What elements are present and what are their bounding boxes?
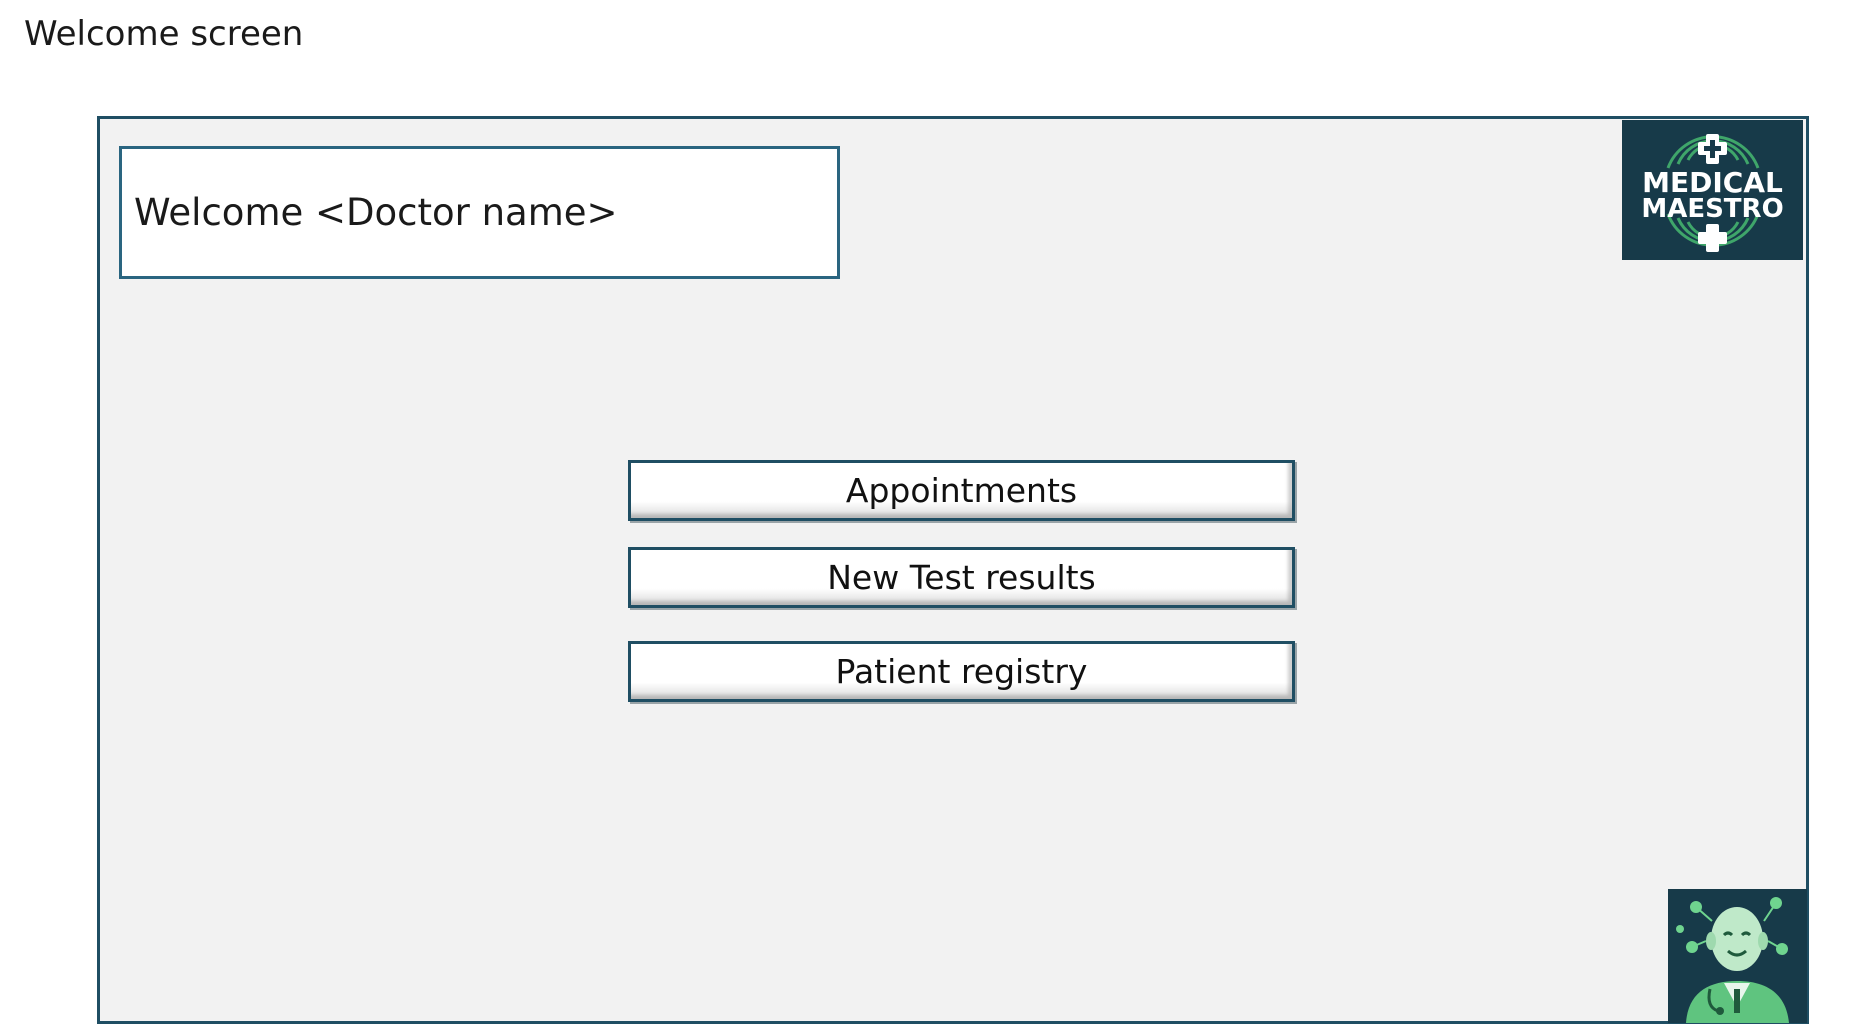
new-test-results-button[interactable]: New Test results <box>628 547 1295 608</box>
patient-registry-button[interactable]: Patient registry <box>628 641 1295 702</box>
appointments-button[interactable]: Appointments <box>628 460 1295 521</box>
welcome-banner: Welcome <Doctor name> <box>119 146 840 279</box>
welcome-text: Welcome <Doctor name> <box>134 191 618 234</box>
app-window: Welcome <Doctor name> MEDICAL MAESTRO Ap… <box>97 116 1809 1024</box>
medical-maestro-logo: MEDICAL MAESTRO <box>1622 120 1803 260</box>
logo-line2: MAESTRO <box>1641 194 1783 224</box>
page-caption: Welcome screen <box>24 14 304 54</box>
doctor-avatar-icon[interactable] <box>1668 889 1807 1023</box>
